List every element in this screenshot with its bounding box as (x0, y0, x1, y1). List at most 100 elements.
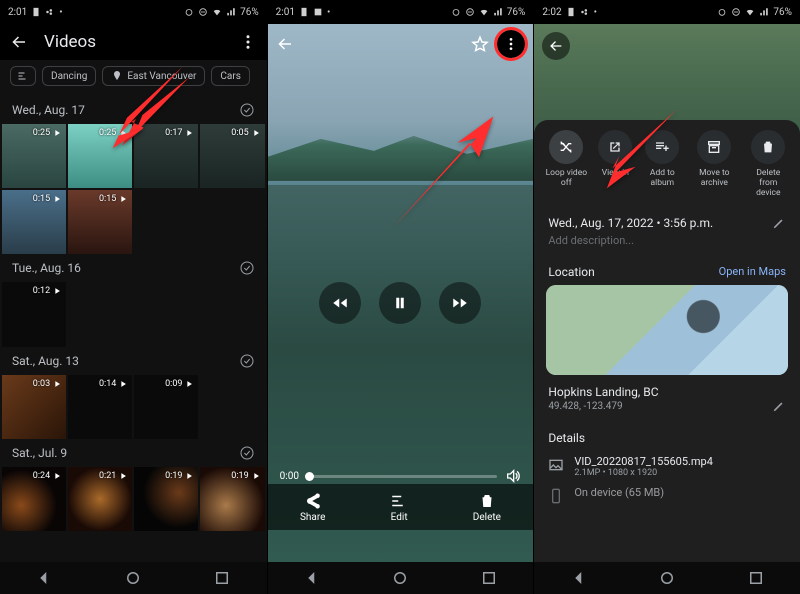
delete-button[interactable]: Delete (473, 492, 501, 523)
date-label: Sat., Jul. 9 (12, 446, 67, 460)
nav-back-icon[interactable] (303, 569, 321, 587)
delete-from-device-button[interactable]: Delete from device (746, 130, 790, 198)
check-circle-icon[interactable] (239, 260, 255, 276)
pause-button[interactable] (379, 282, 421, 324)
edit-pencil-icon[interactable] (772, 216, 786, 230)
more-button[interactable] (497, 30, 525, 58)
nav-home-icon[interactable] (124, 569, 142, 587)
location-header: Location (548, 265, 594, 279)
date-header[interactable]: Tue., Aug. 16 (0, 254, 267, 282)
elapsed-time: 0:00 (280, 471, 299, 482)
shuffle-off-icon (558, 139, 574, 155)
archive-icon (706, 139, 722, 155)
chip-dancing[interactable]: Dancing (42, 66, 96, 86)
wifi-icon (745, 7, 755, 17)
check-circle-icon[interactable] (239, 353, 255, 369)
move-to-archive-button[interactable]: Move to archive (692, 130, 736, 198)
dnd-icon (731, 7, 741, 17)
video-thumb[interactable]: 0:25 (2, 124, 66, 188)
share-icon (304, 492, 322, 510)
add-to-album-button[interactable]: Add to album (642, 130, 682, 198)
play-icon (118, 194, 128, 204)
alarm-icon (717, 7, 727, 17)
date-label: Wed., Aug. 17 (12, 103, 85, 117)
video-thumb[interactable]: 0:19 (134, 467, 198, 531)
phone-icon (548, 488, 564, 504)
video-thumb[interactable]: 0:24 (2, 467, 66, 531)
dnd-icon (465, 7, 475, 17)
check-circle-icon[interactable] (239, 102, 255, 118)
edit-pencil-icon[interactable] (772, 399, 786, 413)
video-thumb[interactable]: 0:05 (200, 124, 264, 188)
status-bar: 2:01 • 76% (268, 0, 534, 24)
signal-icon (493, 7, 503, 17)
chip-cars[interactable]: Cars (211, 66, 250, 86)
video-thumb[interactable]: 0:12 (2, 282, 66, 346)
app-icon (45, 7, 55, 17)
seek-track[interactable] (307, 475, 497, 478)
rewind-icon (331, 294, 349, 312)
volume-icon[interactable] (505, 468, 521, 484)
video-thumb[interactable]: 0:14 (68, 375, 132, 439)
trash-icon (760, 139, 776, 155)
add-description-input[interactable]: Add description... (534, 232, 800, 257)
check-circle-icon[interactable] (239, 445, 255, 461)
play-icon (52, 128, 62, 138)
progress-bar[interactable]: 0:00 (280, 468, 522, 484)
video-thumb[interactable]: 0:15 (68, 190, 132, 254)
filter-chip[interactable] (10, 66, 36, 86)
wifi-icon (212, 7, 222, 17)
nav-back-icon[interactable] (35, 569, 53, 587)
edit-button[interactable]: Edit (390, 492, 408, 523)
nav-recent-icon[interactable] (213, 569, 231, 587)
more-icon[interactable] (239, 33, 257, 51)
rewind-button[interactable] (319, 282, 361, 324)
edit-icon (390, 492, 408, 510)
nav-bar (268, 562, 534, 594)
status-battery: 76% (773, 7, 792, 18)
alarm-icon (184, 7, 194, 17)
map-thumbnail[interactable] (546, 285, 788, 375)
play-icon (118, 471, 128, 481)
view-in-button[interactable]: View in (598, 130, 632, 198)
date-header[interactable]: Sat., Jul. 9 (0, 439, 267, 467)
nav-recent-icon[interactable] (480, 569, 498, 587)
loop-video-button[interactable]: Loop video off (544, 130, 588, 198)
nav-home-icon[interactable] (658, 569, 676, 587)
video-thumb[interactable]: 0:25 (68, 124, 132, 188)
signal-icon (226, 7, 236, 17)
back-icon[interactable] (10, 33, 28, 51)
nav-back-icon[interactable] (570, 569, 588, 587)
date-header[interactable]: Wed., Aug. 17 (0, 96, 267, 124)
action-chip-row[interactable]: Loop video off View in Add to album Move… (534, 120, 800, 208)
back-icon (548, 38, 564, 54)
info-sheet[interactable]: Loop video off View in Add to album Move… (534, 120, 800, 562)
open-external-icon (607, 139, 623, 155)
video-thumb[interactable]: 0:17 (134, 124, 198, 188)
phone-icon (566, 7, 576, 17)
video-player[interactable]: 0:00 Share Edit Delete (268, 24, 534, 562)
play-icon (52, 379, 62, 389)
status-time: 2:01 (276, 7, 295, 18)
image-icon (548, 457, 564, 473)
nav-recent-icon[interactable] (747, 569, 765, 587)
star-icon[interactable] (471, 35, 489, 53)
chip-location[interactable]: East Vancouver (102, 66, 205, 86)
nav-home-icon[interactable] (391, 569, 409, 587)
video-thumb[interactable]: 0:19 (200, 467, 264, 531)
back-icon[interactable] (276, 35, 294, 53)
video-thumb[interactable]: 0:03 (2, 375, 66, 439)
open-in-maps-link[interactable]: Open in Maps (719, 265, 786, 279)
status-dot: • (59, 7, 62, 18)
file-detail-row: VID_20220817_155605.mp4 2.1MP • 1080 x 1… (534, 451, 800, 482)
back-button[interactable] (542, 32, 570, 60)
video-thumb[interactable]: 0:09 (134, 375, 198, 439)
app-icon (580, 7, 590, 17)
pause-icon (391, 294, 409, 312)
video-thumb[interactable]: 0:21 (68, 467, 132, 531)
share-button[interactable]: Share (300, 492, 325, 523)
forward-button[interactable] (439, 282, 481, 324)
video-thumb[interactable]: 0:15 (2, 190, 66, 254)
date-header[interactable]: Sat., Aug. 13 (0, 347, 267, 375)
signal-icon (759, 7, 769, 17)
